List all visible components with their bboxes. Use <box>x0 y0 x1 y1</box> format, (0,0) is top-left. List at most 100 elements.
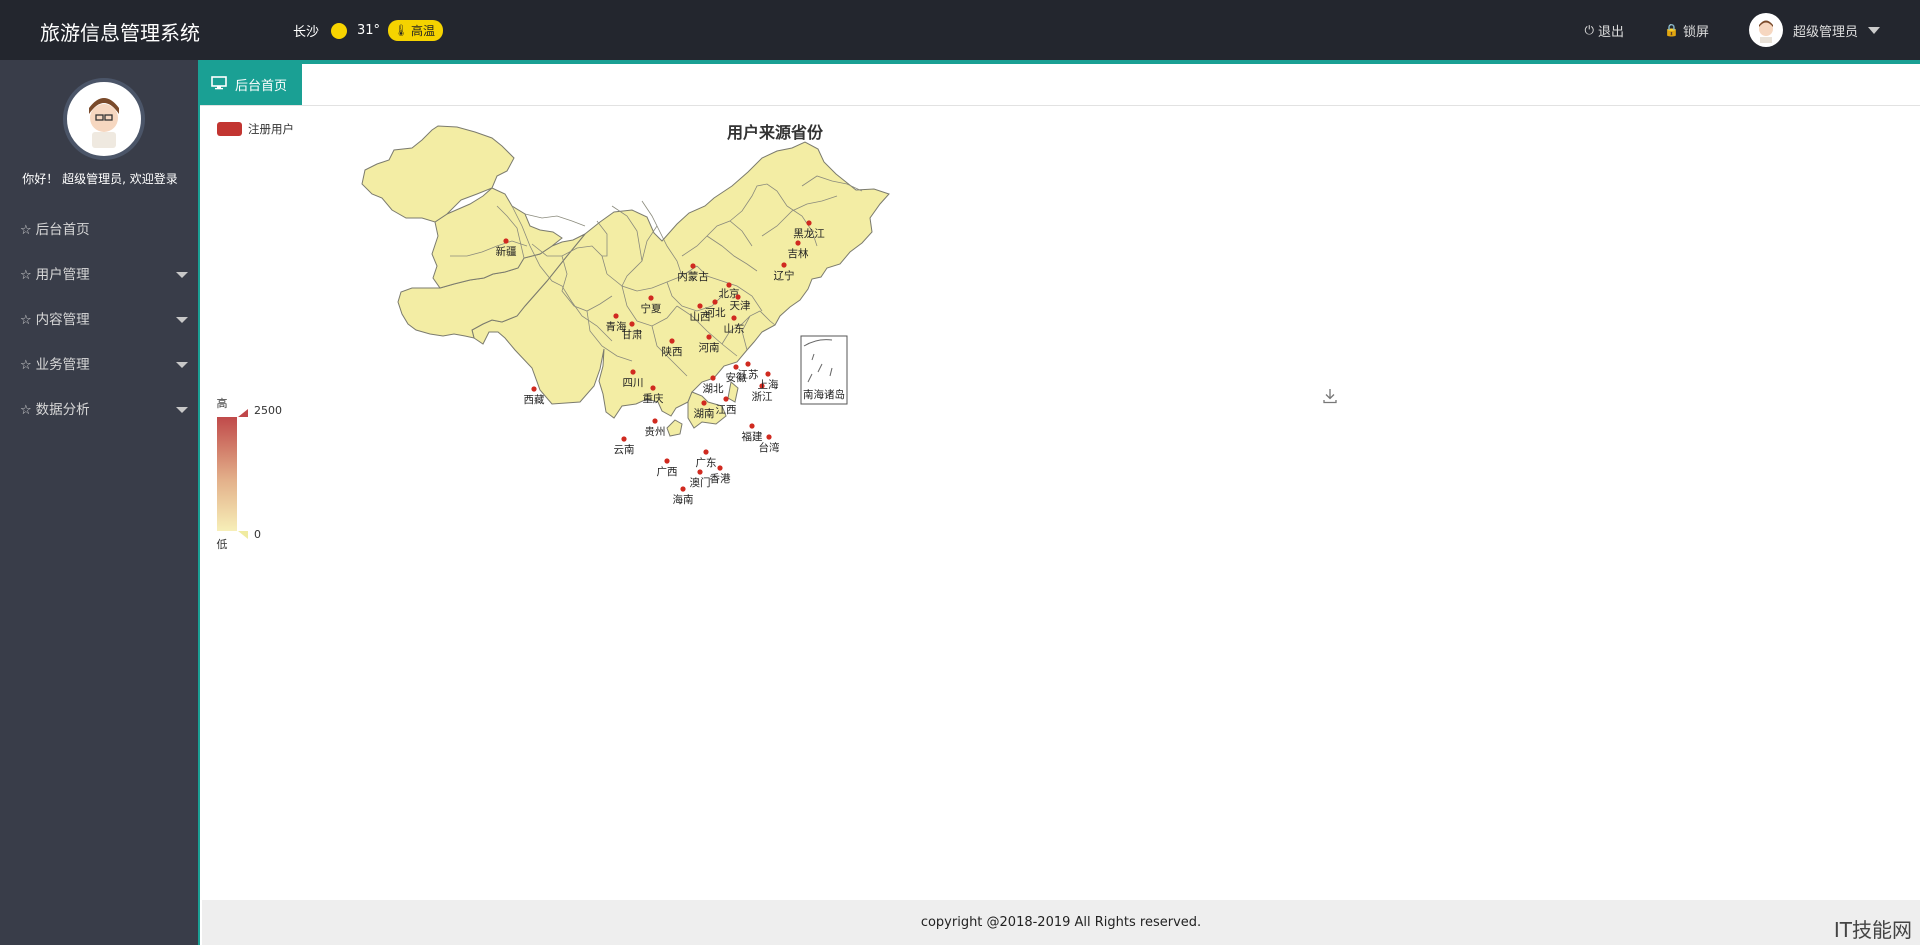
avatar <box>1748 13 1783 47</box>
sun-icon <box>331 22 348 39</box>
star-icon: ☆ <box>20 403 32 418</box>
province-label: 宁夏 <box>641 302 662 315</box>
chevron-down-icon <box>1868 26 1880 34</box>
star-icon: ☆ <box>20 358 32 373</box>
province-marker[interactable] <box>650 385 656 391</box>
province-marker[interactable] <box>781 262 787 268</box>
visual-map-handle-bottom[interactable] <box>238 531 248 539</box>
footer: copyright @2018-2019 All Rights reserved… <box>202 900 1920 945</box>
province-label: 山东 <box>724 322 745 335</box>
province-marker[interactable] <box>621 436 627 442</box>
tab-bar: 后台首页 <box>200 64 1920 106</box>
logout-button[interactable]: ⏻ 退出 <box>1585 21 1625 40</box>
logout-label: 退出 <box>1598 24 1625 40</box>
province-label: 河南 <box>699 341 720 354</box>
sidebar-item-home[interactable]: ☆ 后台首页 <box>0 208 200 253</box>
province-label: 天津 <box>730 300 751 312</box>
province-label: 湖北 <box>703 383 724 395</box>
province-marker[interactable] <box>630 369 636 375</box>
province-label: 上海 <box>758 378 779 391</box>
sidebar-item-label: 用户管理 <box>35 267 90 283</box>
province-marker[interactable] <box>652 418 658 424</box>
province-marker[interactable] <box>697 303 703 309</box>
sidebar-item-content[interactable]: ☆ 内容管理 <box>0 298 200 343</box>
province-marker[interactable] <box>629 321 635 327</box>
province-marker[interactable] <box>717 465 723 471</box>
province-label: 西藏 <box>524 394 545 406</box>
china-map: 南海诸岛 新疆西藏内蒙古青海四川黑龙江甘肃云南广西湖南陕西广东吉林河北湖北贵州山… <box>217 125 890 551</box>
province-label: 香港 <box>710 473 731 485</box>
province-marker[interactable] <box>766 434 772 440</box>
province-marker[interactable] <box>735 294 741 300</box>
province-label: 黑龙江 <box>793 227 825 240</box>
sidebar-item-business[interactable]: ☆ 业务管理 <box>0 343 200 388</box>
province-label: 湖南 <box>694 407 715 420</box>
province-marker[interactable] <box>697 469 703 475</box>
tab-home[interactable]: 后台首页 <box>200 64 302 105</box>
lock-icon: 🔒 <box>1664 23 1679 37</box>
province-marker[interactable] <box>503 238 509 244</box>
visual-map[interactable]: 高 2500 0 低 <box>217 396 283 551</box>
province-label: 江苏 <box>738 368 759 381</box>
visual-map-handle-top[interactable] <box>238 409 248 417</box>
monitor-icon <box>211 75 227 94</box>
star-icon: ☆ <box>20 268 32 283</box>
province-marker[interactable] <box>726 282 732 288</box>
province-marker[interactable] <box>680 486 686 492</box>
province-marker[interactable] <box>765 371 771 377</box>
province-marker[interactable] <box>613 313 619 319</box>
sidebar-item-analytics[interactable]: ☆ 数据分析 <box>0 388 200 433</box>
province-marker[interactable] <box>731 315 737 321</box>
province-label: 云南 <box>614 443 635 456</box>
province-marker[interactable] <box>669 338 675 344</box>
province-marker[interactable] <box>690 263 696 269</box>
chevron-down-icon <box>176 317 188 323</box>
province-marker[interactable] <box>710 375 716 381</box>
province-label: 广西 <box>657 466 678 478</box>
sidebar-item-label: 内容管理 <box>35 312 90 328</box>
province-label: 吉林 <box>788 247 809 260</box>
province-marker[interactable] <box>723 396 729 402</box>
province-marker[interactable] <box>712 299 718 305</box>
username: 超级管理员 <box>1792 24 1858 40</box>
province-marker[interactable] <box>749 423 755 429</box>
chevron-down-icon <box>176 362 188 368</box>
header-actions: ⏻ 退出 🔒 锁屏 超级管理员 <box>1585 0 1920 60</box>
province-label: 陕西 <box>662 345 683 358</box>
weather-badge-label: 高温 <box>411 24 436 38</box>
province-label: 贵州 <box>645 425 666 438</box>
province-label: 四川 <box>623 377 644 389</box>
visual-map-max: 2500 <box>254 404 282 417</box>
weather-widget: 长沙 31° 🌡 高温 <box>293 20 444 41</box>
user-menu[interactable]: 超级管理员 <box>1748 13 1880 47</box>
weather-badge: 🌡 高温 <box>388 20 444 41</box>
download-icon[interactable] <box>1322 388 1338 408</box>
visual-map-high-label: 高 <box>217 396 228 410</box>
province-marker[interactable] <box>745 361 751 367</box>
visual-map-low-label: 低 <box>217 538 228 551</box>
province-marker[interactable] <box>701 400 707 406</box>
province-marker[interactable] <box>806 220 812 226</box>
province-marker[interactable] <box>706 334 712 340</box>
province-label: 广东 <box>696 456 717 469</box>
sidebar-avatar <box>63 78 145 160</box>
province-marker[interactable] <box>703 449 709 455</box>
star-icon: ☆ <box>20 223 32 238</box>
main-content: 注册用户 用户来源省份 南海诸岛 新疆 西藏 内蒙古 青海 四川 黑龙江 甘肃 … <box>202 106 1920 900</box>
sidebar-item-users[interactable]: ☆ 用户管理 <box>0 253 200 298</box>
province-label: 澳门 <box>690 476 711 489</box>
city-label: 长沙 <box>293 25 320 40</box>
province-marker[interactable] <box>531 386 537 392</box>
province-marker[interactable] <box>664 458 670 464</box>
visual-map-min: 0 <box>254 528 261 541</box>
power-icon: ⏻ <box>1584 22 1595 37</box>
province-label: 海南 <box>673 493 694 506</box>
chevron-down-icon <box>176 272 188 278</box>
chevron-down-icon <box>176 407 188 413</box>
province-marker[interactable] <box>795 240 801 246</box>
sidebar-item-label: 数据分析 <box>35 402 90 418</box>
lock-screen-button[interactable]: 🔒 锁屏 <box>1664 21 1709 40</box>
thermometer-icon: 🌡 <box>394 24 409 37</box>
province-label: 辽宁 <box>774 269 795 282</box>
province-marker[interactable] <box>648 295 654 301</box>
